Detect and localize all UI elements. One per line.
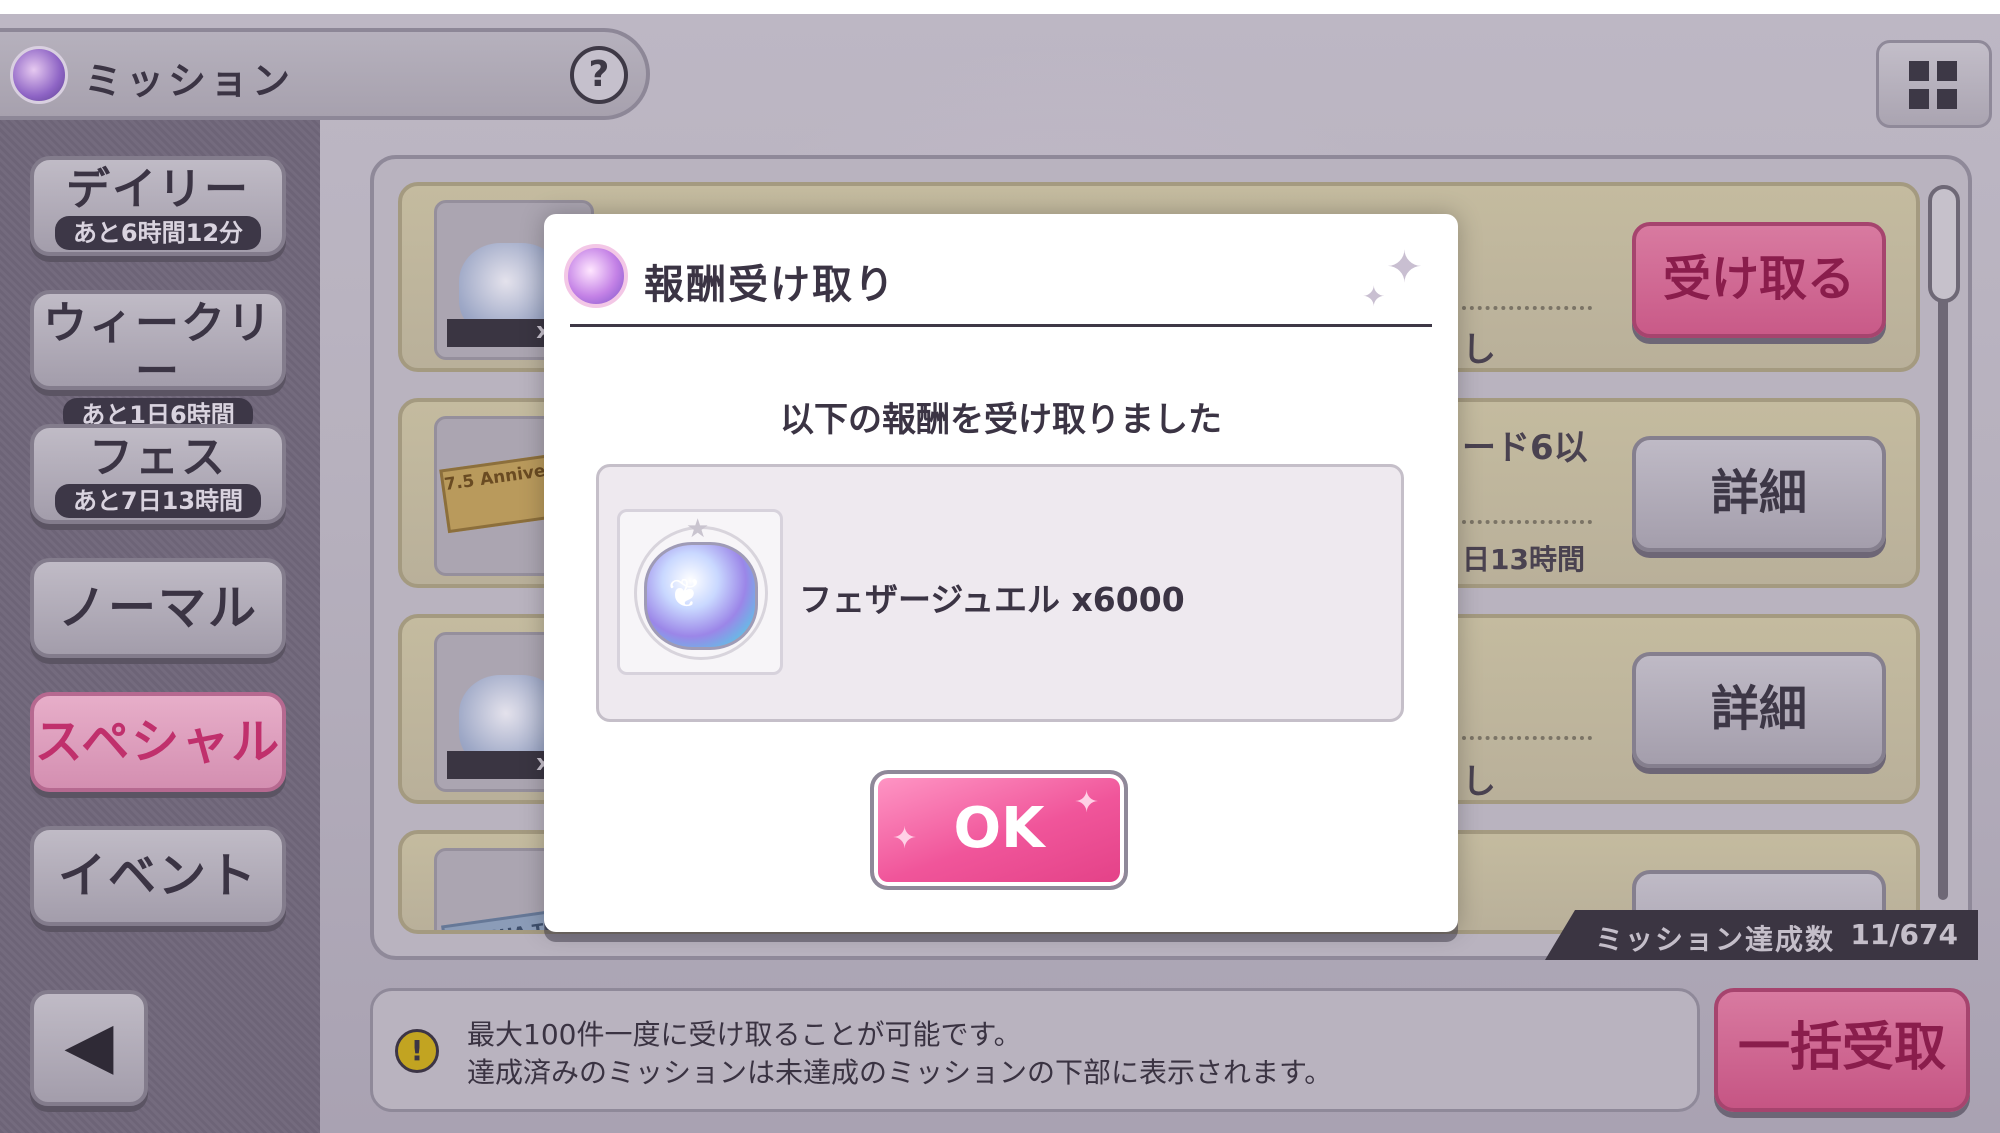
- ok-label: OK: [953, 796, 1045, 861]
- tab-event[interactable]: イベント: [30, 826, 286, 926]
- info-line-1: 最大100件一度に受け取ることが可能です。: [467, 1018, 1022, 1051]
- details-button[interactable]: 詳細: [1632, 436, 1886, 552]
- header-bar: ミッション ?: [0, 28, 650, 120]
- tab-label: ウィークリー: [43, 298, 273, 397]
- sparkle-icon: ✦: [892, 821, 918, 856]
- reward-list: ★ ❦ フェザージュエル x6000: [596, 464, 1404, 722]
- receive-button[interactable]: 受け取る: [1632, 222, 1886, 338]
- mission-logo-icon: [10, 46, 68, 104]
- mission-text: し: [1462, 762, 1496, 802]
- grid-icon-cell: [1909, 89, 1929, 109]
- reward-item-label: フェザージュエル x6000: [799, 580, 1185, 619]
- dialog-title: 報酬受け取り: [644, 262, 896, 308]
- tab-special[interactable]: スペシャル: [30, 692, 286, 792]
- page-title: ミッション: [84, 59, 295, 103]
- dialog-divider: [570, 324, 1432, 327]
- divider: [1462, 736, 1592, 740]
- mission-text: ード6以: [1462, 428, 1588, 468]
- top-strip: [0, 0, 2000, 14]
- grid-menu-button[interactable]: [1876, 40, 1992, 128]
- details-button[interactable]: 詳細: [1632, 652, 1886, 768]
- grid-icon-cell: [1937, 89, 1957, 109]
- divider: [1462, 520, 1592, 524]
- warning-icon: !: [395, 1029, 439, 1073]
- scrollbar-thumb[interactable]: [1928, 185, 1960, 303]
- back-arrow-icon: ◀: [64, 1009, 114, 1083]
- tab-normal[interactable]: ノーマル: [30, 558, 286, 658]
- tab-timer: あと7日13時間: [54, 484, 262, 518]
- sparkle-icon: ✦: [1362, 280, 1386, 313]
- grid-icon-cell: [1937, 61, 1957, 81]
- mission-timer: 日13時間: [1462, 543, 1585, 576]
- tab-label: スペシャル: [34, 714, 282, 770]
- mission-count-value: 11/674: [1850, 918, 1958, 951]
- tab-label: デイリー: [66, 164, 250, 215]
- sparkle-icon: ✦: [1386, 242, 1423, 293]
- info-line-2: 達成済みのミッションは未達成のミッションの下部に表示されます。: [467, 1056, 1333, 1089]
- wing-icon: ❦: [668, 571, 702, 617]
- mission-count-bar: ミッション達成数 11/674: [1545, 910, 1978, 960]
- star-icon: ★: [686, 514, 710, 544]
- dialog-logo-icon: [564, 244, 628, 308]
- tab-label: フェス: [89, 432, 227, 483]
- grid-icon: [1909, 61, 1929, 81]
- tab-fes[interactable]: フェス あと7日13時間: [30, 424, 286, 524]
- tab-label: ノーマル: [57, 580, 258, 636]
- mission-count-label: ミッション達成数: [1595, 923, 1836, 956]
- mission-text: し: [1462, 330, 1496, 370]
- bulk-receive-button[interactable]: 一括受取: [1714, 988, 1970, 1112]
- reward-item-thumbnail: ★ ❦: [617, 509, 783, 675]
- sparkle-icon: ✦: [1074, 785, 1100, 820]
- tab-daily[interactable]: デイリー あと6時間12分: [30, 156, 286, 256]
- dialog-message: 以下の報酬を受け取りました: [780, 400, 1222, 440]
- divider: [1462, 306, 1592, 310]
- tab-timer: あと6時間12分: [54, 216, 262, 250]
- back-button[interactable]: ◀: [30, 990, 148, 1106]
- tab-weekly[interactable]: ウィークリー あと1日6時間: [30, 290, 286, 432]
- tab-label: イベント: [57, 848, 258, 904]
- reward-dialog: 報酬受け取り ✦ ✦ 以下の報酬を受け取りました ★ ❦ フェザージュエル x6…: [544, 214, 1458, 932]
- info-bar: ! 最大100件一度に受け取ることが可能です。 達成済みのミッションは未達成のミ…: [370, 988, 1700, 1112]
- ok-button[interactable]: ✦ ✦ OK: [870, 770, 1128, 890]
- help-button[interactable]: ?: [570, 46, 628, 104]
